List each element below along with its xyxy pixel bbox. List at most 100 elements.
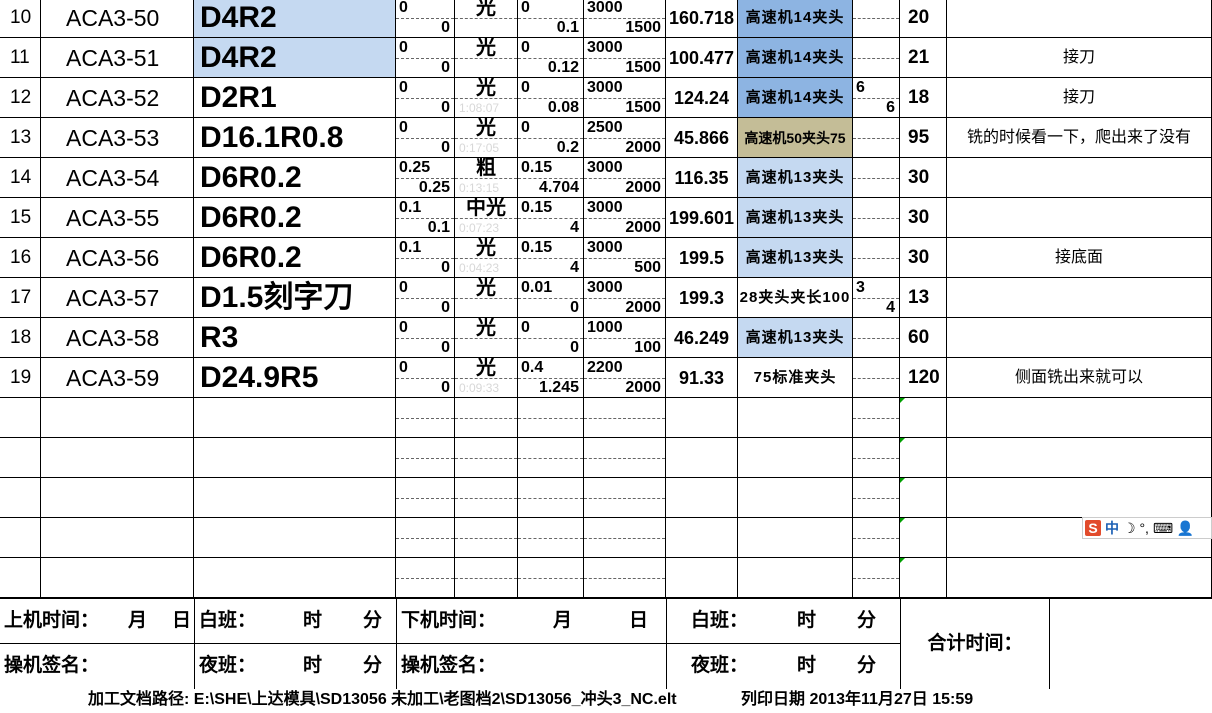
step-down[interactable]: 0.15 4 — [518, 238, 584, 278]
program-name[interactable]: ACA3-51 — [41, 38, 194, 78]
total-time-value[interactable] — [1049, 599, 1212, 689]
stock-allowance[interactable]: 00 — [396, 118, 455, 158]
tool-name[interactable]: D6R0.2 — [194, 158, 396, 198]
step-down[interactable]: 0 0.08 — [518, 78, 584, 118]
machining-minutes[interactable] — [900, 398, 947, 438]
step-down[interactable] — [518, 558, 584, 598]
operation-type[interactable]: 光 0:17:05 — [455, 118, 518, 158]
program-name[interactable] — [41, 478, 194, 518]
tool-holder[interactable] — [738, 438, 853, 478]
tool-name[interactable]: D16.1R0.8 — [194, 118, 396, 158]
extra-value[interactable] — [853, 0, 900, 38]
stock-allowance[interactable] — [396, 478, 455, 518]
machining-minutes[interactable]: 21 — [900, 38, 947, 78]
tool-name[interactable]: D6R0.2 — [194, 238, 396, 278]
stock-allowance[interactable]: 00 — [396, 38, 455, 78]
machining-minutes[interactable] — [900, 518, 947, 558]
program-name[interactable]: ACA3-59 — [41, 358, 194, 398]
tool-length[interactable]: 124.24 — [666, 78, 738, 118]
speed-feed[interactable]: 3000 2000 — [584, 278, 666, 318]
tool-name[interactable] — [194, 558, 396, 598]
operation-type[interactable]: 粗 0:13:15 — [455, 158, 518, 198]
tool-holder[interactable]: 高速机50夹头75 — [738, 118, 853, 158]
machining-minutes[interactable]: 95 — [900, 118, 947, 158]
operation-type[interactable] — [455, 478, 518, 518]
tool-name[interactable]: D4R2 — [194, 38, 396, 78]
speed-feed[interactable]: 3000 2000 — [584, 158, 666, 198]
step-down[interactable] — [518, 398, 584, 438]
row-index[interactable] — [0, 438, 41, 478]
tool-length[interactable] — [666, 438, 738, 478]
row-index[interactable] — [0, 518, 41, 558]
speed-feed[interactable] — [584, 398, 666, 438]
stock-allowance[interactable] — [396, 398, 455, 438]
tool-holder[interactable] — [738, 558, 853, 598]
tool-length[interactable]: 160.718 — [666, 0, 738, 38]
tool-length[interactable] — [666, 478, 738, 518]
stock-allowance[interactable]: 00 — [396, 318, 455, 358]
tool-name[interactable]: R3 — [194, 318, 396, 358]
program-name[interactable]: ACA3-58 — [41, 318, 194, 358]
stock-allowance[interactable]: 00 — [396, 358, 455, 398]
extra-value[interactable] — [853, 518, 900, 558]
tool-name[interactable]: D4R2 — [194, 0, 396, 38]
remark[interactable] — [947, 0, 1212, 38]
step-down[interactable] — [518, 478, 584, 518]
operation-type[interactable]: 光 — [455, 38, 518, 78]
step-down[interactable] — [518, 438, 584, 478]
program-name[interactable]: ACA3-56 — [41, 238, 194, 278]
remark[interactable] — [947, 398, 1212, 438]
tool-holder[interactable] — [738, 518, 853, 558]
extra-value[interactable] — [853, 158, 900, 198]
tool-name[interactable]: D1.5刻字刀 — [194, 278, 396, 318]
program-name[interactable] — [41, 558, 194, 598]
stock-allowance[interactable]: 00 — [396, 78, 455, 118]
speed-feed[interactable] — [584, 518, 666, 558]
machining-minutes[interactable]: 30 — [900, 238, 947, 278]
tool-length[interactable] — [666, 558, 738, 598]
tool-length[interactable] — [666, 398, 738, 438]
speed-feed[interactable]: 3000 500 — [584, 238, 666, 278]
tool-name[interactable]: D6R0.2 — [194, 198, 396, 238]
speed-feed[interactable]: 2200 2000 — [584, 358, 666, 398]
machining-minutes[interactable]: 30 — [900, 158, 947, 198]
step-down[interactable] — [518, 518, 584, 558]
step-down[interactable]: 0.4 1.245 — [518, 358, 584, 398]
remark[interactable] — [947, 198, 1212, 238]
stock-allowance[interactable]: 00 — [396, 0, 455, 38]
row-index[interactable] — [0, 478, 41, 518]
step-down[interactable]: 0.01 0 — [518, 278, 584, 318]
ime-language[interactable]: 中 — [1105, 518, 1119, 538]
operation-type[interactable]: 光 1:08:07 — [455, 78, 518, 118]
extra-value[interactable]: 34 — [853, 278, 900, 318]
remark[interactable]: 接刀 — [947, 78, 1212, 118]
operation-type[interactable]: 中光 0:07:23 — [455, 198, 518, 238]
operation-type[interactable]: 光 — [455, 278, 518, 318]
remark[interactable] — [947, 558, 1212, 598]
extra-value[interactable] — [853, 398, 900, 438]
tool-holder[interactable]: 高速机13夹头 — [738, 158, 853, 198]
machining-minutes[interactable]: 13 — [900, 278, 947, 318]
tool-name[interactable]: D24.9R5 — [194, 358, 396, 398]
operation-type[interactable]: 光 0:09:33 — [455, 358, 518, 398]
machining-minutes[interactable] — [900, 558, 947, 598]
speed-feed[interactable]: 3000 2000 — [584, 198, 666, 238]
machining-minutes[interactable] — [900, 438, 947, 478]
program-name[interactable] — [41, 518, 194, 558]
extra-value[interactable] — [853, 478, 900, 518]
remark[interactable]: 铣的时候看一下，爬出来了没有 — [947, 118, 1212, 158]
tool-length[interactable]: 116.35 — [666, 158, 738, 198]
program-name[interactable]: ACA3-50 — [41, 0, 194, 38]
operation-type[interactable] — [455, 558, 518, 598]
tool-name[interactable] — [194, 478, 396, 518]
machining-minutes[interactable]: 60 — [900, 318, 947, 358]
stock-allowance[interactable]: 0.1 0.1 — [396, 198, 455, 238]
tool-holder[interactable]: 28夹头夹长100 — [738, 278, 853, 318]
extra-value[interactable] — [853, 438, 900, 478]
operation-type[interactable] — [455, 438, 518, 478]
step-down[interactable]: 0 0.2 — [518, 118, 584, 158]
ime-tool-icons[interactable]: ☽ °, ⌨ 👤 — [1123, 518, 1194, 538]
tool-holder[interactable]: 高速机13夹头 — [738, 238, 853, 278]
operation-type[interactable] — [455, 398, 518, 438]
operation-type[interactable]: 光 0:04:23 — [455, 238, 518, 278]
